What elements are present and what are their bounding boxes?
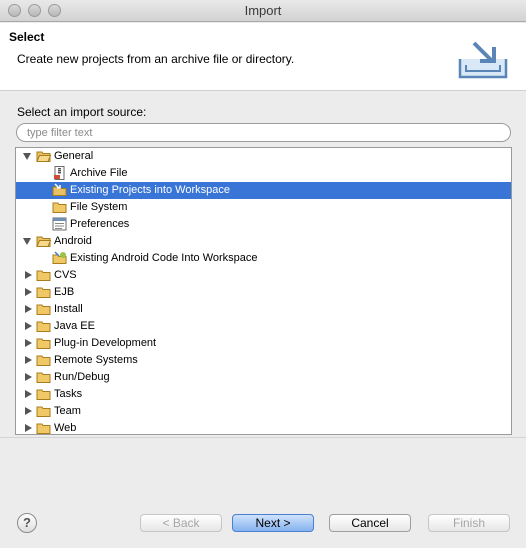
tree-item-java-ee[interactable]: Java EE — [16, 318, 511, 335]
collapsed-arrow-icon[interactable] — [25, 288, 32, 296]
tree-item-label: Team — [54, 405, 81, 417]
tree-item-label: General — [54, 150, 94, 162]
title-bar[interactable]: Import — [0, 0, 526, 22]
tree-item-label: Preferences — [70, 218, 130, 230]
expanded-arrow-icon[interactable] — [23, 238, 31, 245]
help-button[interactable]: ? — [17, 513, 37, 533]
folder-icon — [36, 270, 51, 281]
folder-open-icon — [36, 151, 51, 162]
collapsed-arrow-icon[interactable] — [25, 305, 32, 313]
folder-icon — [36, 406, 51, 417]
folder-icon — [36, 304, 51, 315]
folder-icon — [36, 372, 51, 383]
tree-item-plugin-development[interactable]: Plug-in Development — [16, 335, 511, 352]
tree-item-label: Install — [54, 303, 83, 315]
tree-item-label: Java EE — [54, 320, 95, 332]
folder-icon — [36, 338, 51, 349]
tree-item-label: Tasks — [54, 388, 83, 400]
tree-item-general[interactable]: General — [16, 148, 511, 165]
folder-icon — [52, 202, 67, 213]
expanded-arrow-icon[interactable] — [23, 153, 31, 160]
filter-input[interactable] — [16, 123, 511, 142]
tree-item-label: Existing Android Code Into Workspace — [70, 252, 258, 264]
tree-item-preferences[interactable]: Preferences — [16, 216, 511, 233]
tree-item-file-system[interactable]: File System — [16, 199, 511, 216]
folder-icon — [36, 423, 51, 434]
wizard-header: Select Create new projects from an archi… — [0, 23, 526, 91]
tree-item-existing-projects[interactable]: Existing Projects into Workspace — [16, 182, 511, 199]
import-wizard-icon — [458, 41, 508, 79]
import-source-label: Select an import source: — [17, 105, 147, 119]
folder-icon — [36, 355, 51, 366]
tree-item-label: CVS — [54, 269, 77, 281]
collapsed-arrow-icon[interactable] — [25, 356, 32, 364]
folder-icon — [36, 321, 51, 332]
tree-item-cvs[interactable]: CVS — [16, 267, 511, 284]
folder-icon — [36, 287, 51, 298]
android-import-icon — [52, 251, 67, 264]
import-dialog: Import Select Create new projects from a… — [0, 0, 526, 548]
tree-item-label: Run/Debug — [54, 371, 110, 383]
folder-icon — [36, 389, 51, 400]
tree-item-label: File System — [70, 201, 128, 213]
collapsed-arrow-icon[interactable] — [25, 424, 32, 432]
collapsed-arrow-icon[interactable] — [25, 339, 32, 347]
tree-item-web[interactable]: Web — [16, 420, 511, 434]
collapsed-arrow-icon[interactable] — [25, 373, 32, 381]
finish-button[interactable]: Finish — [428, 514, 510, 532]
tree-item-label: Archive File — [70, 167, 128, 179]
existing-projects-icon — [52, 183, 67, 196]
tree-item-label: Existing Projects into Workspace — [70, 184, 230, 196]
collapsed-arrow-icon[interactable] — [25, 322, 32, 330]
archive-file-icon — [54, 166, 65, 180]
tree-item-run-debug[interactable]: Run/Debug — [16, 369, 511, 386]
tree-item-install[interactable]: Install — [16, 301, 511, 318]
collapsed-arrow-icon[interactable] — [25, 271, 32, 279]
tree-item-team[interactable]: Team — [16, 403, 511, 420]
tree-item-existing-android-code[interactable]: Existing Android Code Into Workspace — [16, 250, 511, 267]
cancel-button[interactable]: Cancel — [329, 514, 411, 532]
tree-item-android[interactable]: Android — [16, 233, 511, 250]
tree-item-tasks[interactable]: Tasks — [16, 386, 511, 403]
page-title: Select — [9, 30, 45, 44]
page-description: Create new projects from an archive file… — [17, 52, 295, 66]
collapsed-arrow-icon[interactable] — [25, 390, 32, 398]
window-title: Import — [244, 3, 282, 18]
tree-item-ejb[interactable]: EJB — [16, 284, 511, 301]
tree-item-remote-systems[interactable]: Remote Systems — [16, 352, 511, 369]
tree-item-label: EJB — [54, 286, 75, 298]
import-source-tree[interactable]: General Archive File Existing Projects i… — [15, 147, 512, 435]
preferences-icon — [52, 217, 67, 231]
footer-divider — [0, 437, 526, 438]
tree-item-label: Web — [54, 422, 77, 434]
next-button[interactable]: Next > — [232, 514, 314, 532]
tree-item-label: Plug-in Development — [54, 337, 157, 349]
folder-open-icon — [36, 236, 51, 247]
tree-item-archive-file[interactable]: Archive File — [16, 165, 511, 182]
back-button[interactable]: < Back — [140, 514, 222, 532]
tree-item-label: Android — [54, 235, 92, 247]
collapsed-arrow-icon[interactable] — [25, 407, 32, 415]
tree-item-label: Remote Systems — [54, 354, 138, 366]
